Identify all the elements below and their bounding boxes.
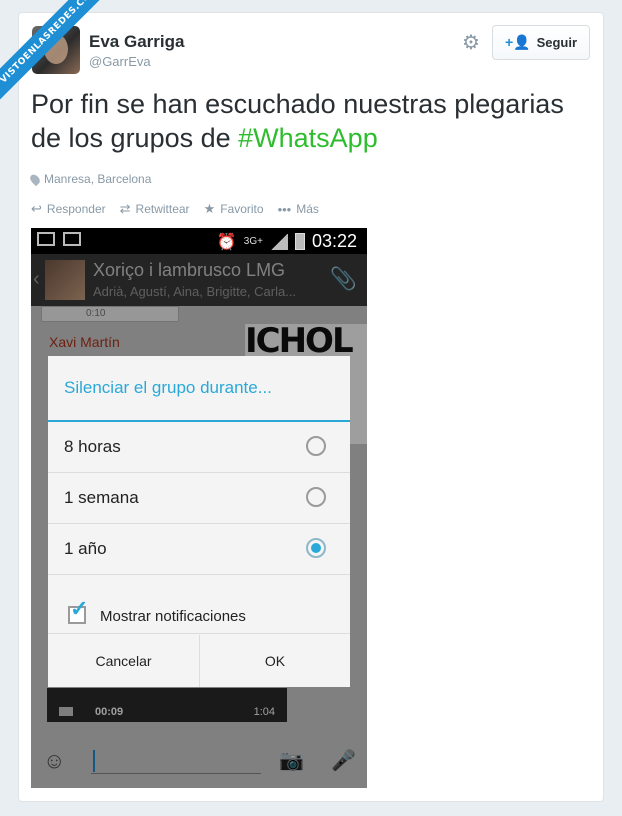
alarm-icon: ⏰	[216, 233, 237, 251]
option-1-semana[interactable]: 1 semana	[48, 473, 350, 524]
option-1-ano[interactable]: 1 año	[48, 524, 350, 575]
signal-icon	[269, 233, 288, 250]
option-label: 1 semana	[64, 488, 139, 507]
mute-dialog: Silenciar el grupo durante... 8 horas 1 …	[48, 356, 350, 687]
ellipsis-icon: •••	[277, 201, 292, 217]
location-label: Manresa, Barcelona	[44, 172, 152, 186]
hashtag-link[interactable]: #WhatsApp	[238, 123, 378, 153]
tweet-actions: ↩ Responder ⇄ Retwittear ★ Favorito ••• …	[31, 201, 319, 217]
tweet-text: Por fin se han escuchado nuestras plegar…	[31, 87, 591, 155]
battery-icon	[294, 233, 305, 250]
youtube-icon	[63, 232, 81, 246]
gear-icon[interactable]: ⚙	[460, 32, 482, 54]
cancel-button[interactable]: Cancelar	[48, 635, 199, 687]
follow-button[interactable]: +👤 Seguir	[492, 25, 590, 60]
more-action[interactable]: ••• Más	[278, 201, 319, 217]
status-notifications	[37, 232, 81, 246]
option-8-horas[interactable]: 8 horas	[48, 422, 350, 473]
clock: 03:22	[311, 231, 357, 251]
network-type: 3G+	[243, 236, 263, 247]
radio-button-selected[interactable]	[306, 538, 326, 558]
retweet-action[interactable]: ⇄ Retwittear	[120, 201, 190, 217]
pin-icon	[28, 172, 42, 186]
follow-label: Seguir	[536, 35, 578, 50]
dialog-title: Silenciar el grupo durante...	[64, 378, 272, 397]
star-icon: ★	[203, 201, 216, 216]
reply-icon: ↩	[31, 201, 42, 216]
radio-button[interactable]	[306, 487, 326, 507]
phone-screenshot: ⏰ 3G+ 03:22 ‹ Xoriço i lambrusco LMG Adr…	[31, 228, 367, 788]
watermark-text: VISTOENLASREDES.COM	[0, 0, 110, 103]
retweet-label: Retwittear	[135, 202, 190, 216]
reply-action[interactable]: ↩ Responder	[31, 201, 106, 217]
ok-button[interactable]: OK	[199, 635, 350, 687]
reply-label: Responder	[46, 202, 106, 216]
image-icon	[37, 232, 55, 246]
status-bar: ⏰ 3G+ 03:22	[31, 228, 367, 254]
status-right: ⏰ 3G+ 03:22	[217, 231, 357, 252]
checkmark-icon: ✓	[70, 596, 89, 621]
dialog-buttons: Cancelar OK	[48, 635, 350, 687]
add-user-icon: +👤	[504, 34, 531, 50]
checkbox-label: Mostrar notificaciones	[100, 608, 246, 625]
option-label: 8 horas	[64, 437, 121, 456]
notifications-row[interactable]: ✓ Mostrar notificaciones	[48, 596, 350, 634]
watermark-ribbon: VISTOENLASREDES.COM	[0, 0, 110, 110]
radio-button[interactable]	[306, 436, 326, 456]
more-label: Más	[296, 202, 319, 216]
option-label: 1 año	[64, 539, 107, 558]
favorite-action[interactable]: ★ Favorito	[204, 201, 264, 217]
favorite-label: Favorito	[220, 202, 264, 216]
retweet-icon: ⇄	[119, 201, 131, 216]
location[interactable]: Manresa, Barcelona	[28, 172, 152, 186]
